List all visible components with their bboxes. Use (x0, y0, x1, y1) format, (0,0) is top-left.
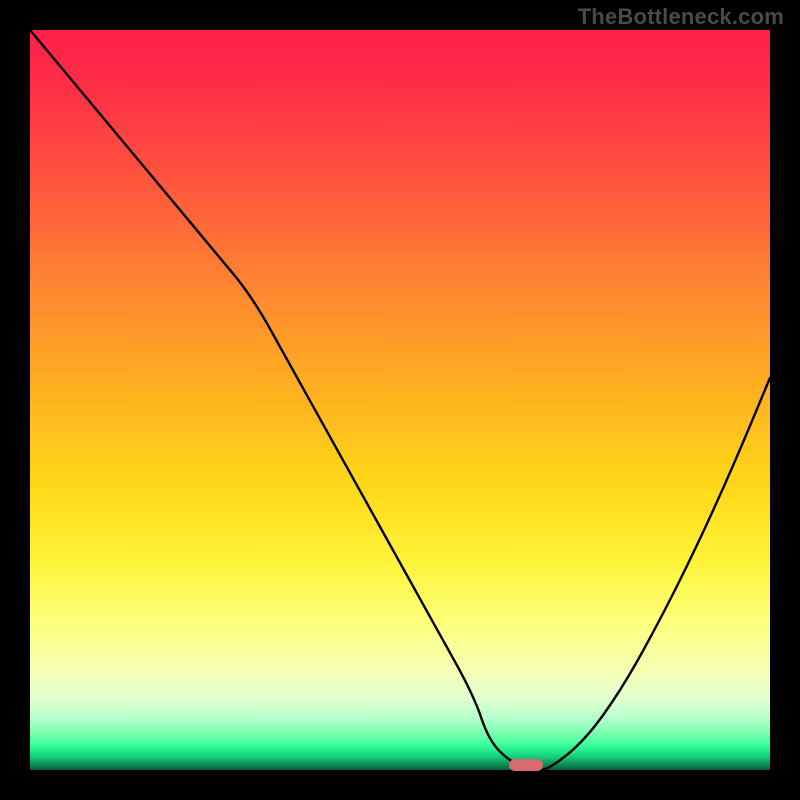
bottleneck-curve (30, 30, 770, 770)
watermark-text: TheBottleneck.com (578, 4, 784, 30)
optimal-marker (509, 759, 543, 771)
plot-area (30, 30, 770, 770)
chart-frame: TheBottleneck.com (0, 0, 800, 800)
curve-svg (30, 30, 770, 770)
